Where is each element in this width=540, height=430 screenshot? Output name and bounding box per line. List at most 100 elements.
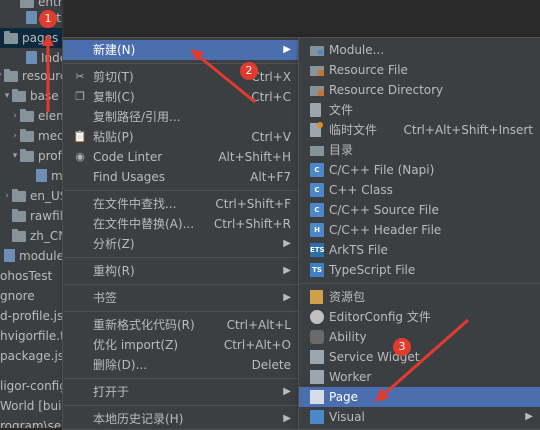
menu-item-label: 删除(D)...: [93, 358, 148, 372]
file-icon: [4, 249, 15, 262]
submenu-arrow-icon: ▶: [283, 238, 291, 249]
submenu-item[interactable]: ETS ArkTS File: [299, 240, 540, 260]
menu-item-shortcut: Ctrl+Shift+F: [215, 197, 291, 211]
submenu-item[interactable]: Module...: [299, 40, 540, 60]
context-menu-item[interactable]: 在文件中替换(A)... Ctrl+Shift+R: [63, 214, 299, 234]
submenu-item[interactable]: Ability: [299, 327, 540, 347]
context-menu-item[interactable]: 新建(N) ▶: [63, 40, 299, 60]
copy-icon: ❐: [75, 90, 85, 103]
menu-item-label: 分析(Z): [93, 237, 135, 251]
submenu-arrow-icon: ▶: [525, 411, 533, 422]
expand-arrow-icon[interactable]: ›: [10, 106, 20, 126]
resource-directory-icon: [310, 86, 324, 96]
menu-item-label: 在文件中查找...: [93, 197, 177, 211]
context-menu-item[interactable]: ❐ 复制(C) Ctrl+C: [63, 87, 299, 107]
submenu-item[interactable]: Service Widget: [299, 347, 540, 367]
menu-separator: [64, 284, 298, 285]
menu-separator: [64, 257, 298, 258]
tree-item-label: prof: [38, 149, 62, 163]
menu-item-label: Code Linter: [93, 150, 163, 164]
tree-row[interactable]: pages: [0, 28, 62, 48]
menu-item-shortcut: Ctrl+Shift+R: [213, 217, 291, 231]
submenu-item[interactable]: 临时文件 Ctrl+Alt+Shift+Insert: [299, 120, 540, 140]
expand-arrow-icon[interactable]: ▾: [2, 86, 12, 106]
menu-item-label: Find Usages: [93, 170, 166, 184]
menu-item-label: 在文件中替换(A)...: [93, 217, 195, 231]
submenu-item[interactable]: 文件: [299, 100, 540, 120]
context-menu-item[interactable]: 重构(R) ▶: [63, 261, 299, 281]
cpp-napi-icon: C: [310, 163, 324, 177]
submenu-item[interactable]: Resource Directory: [299, 80, 540, 100]
context-menu-item[interactable]: 删除(D)... Delete: [63, 355, 299, 375]
submenu-item[interactable]: H C/C++ Header File: [299, 220, 540, 240]
context-menu-item[interactable]: 优化 import(Z) Ctrl+Alt+O: [63, 335, 299, 355]
menu-item-label: Visual: [329, 410, 365, 424]
typescript-icon: TS: [310, 263, 324, 277]
folder-icon: [12, 209, 26, 222]
submenu-item[interactable]: Page: [299, 387, 540, 407]
file-icon: [310, 103, 321, 117]
tree-item-label: World [build]: [0, 399, 62, 413]
scratch-file-icon: [310, 122, 323, 137]
cpp-class-icon: C: [310, 183, 324, 197]
resource-bundle-icon: [310, 290, 323, 304]
submenu-item[interactable]: TS TypeScript File: [299, 260, 540, 280]
menu-item-label: 重构(R): [93, 264, 135, 278]
menu-item-label: 粘贴(P): [93, 130, 134, 144]
tree-item-label: elem: [38, 109, 62, 123]
submenu-item[interactable]: EditorConfig 文件: [299, 307, 540, 327]
submenu-item[interactable]: C C/C++ Source File: [299, 200, 540, 220]
context-menu-item[interactable]: 复制路径/引用...: [63, 107, 299, 127]
context-menu-item[interactable]: 📋 粘贴(P) Ctrl+V: [63, 127, 299, 147]
menu-item-shortcut: Alt+Shift+H: [218, 150, 291, 164]
step-badge-1: 1: [39, 10, 57, 28]
menu-item-shortcut: Alt+F7: [250, 170, 291, 184]
context-menu-item[interactable]: Find Usages Alt+F7: [63, 167, 299, 187]
submenu-item[interactable]: 资源包: [299, 287, 540, 307]
menu-item-shortcut: Ctrl+Alt+O: [223, 338, 291, 352]
tree-item-label: ligor-config.json5: [0, 379, 62, 393]
submenu-arrow-icon: ▶: [283, 292, 291, 303]
menu-item-label: 复制路径/引用...: [93, 110, 181, 124]
folder-icon: [4, 69, 18, 82]
tree-item-label: package.json5: [0, 349, 62, 363]
context-menu-item[interactable]: 本地历史记录(H) ▶: [63, 409, 299, 429]
context-menu-item[interactable]: 打开于 ▶: [63, 382, 299, 402]
context-menu-item[interactable]: ◉ Code Linter Alt+Shift+H: [63, 147, 299, 167]
submenu-item[interactable]: C C/C++ File (Napi): [299, 160, 540, 180]
menu-item-shortcut: Ctrl+Alt+Shift+Insert: [403, 123, 533, 137]
tree-item-label: hvigorfile.ts: [0, 329, 62, 343]
submenu-item[interactable]: Worker: [299, 367, 540, 387]
visual-icon: [310, 410, 324, 424]
folder-icon: [12, 229, 26, 242]
tree-item-label: base: [30, 89, 59, 103]
expand-arrow-icon[interactable]: ›: [10, 126, 20, 146]
submenu-item[interactable]: Visual ▶: [299, 407, 540, 427]
menu-item-label: C++ Class: [329, 183, 393, 197]
context-menu-item[interactable]: 重新格式化代码(R) Ctrl+Alt+L: [63, 315, 299, 335]
step-badge-2: 2: [240, 62, 258, 80]
expand-arrow-icon[interactable]: ▾: [10, 146, 20, 166]
menu-item-shortcut: Ctrl+C: [251, 90, 291, 104]
file-icon: [26, 51, 37, 64]
menu-separator: [64, 378, 298, 379]
menu-item-label: Resource Directory: [329, 83, 444, 97]
cpp-source-icon: C: [310, 203, 324, 217]
submenu-item[interactable]: 目录: [299, 140, 540, 160]
menu-item-label: 复制(C): [93, 90, 135, 104]
submenu-item[interactable]: Resource File: [299, 60, 540, 80]
tree-item-label: rogram\se: [0, 419, 62, 428]
tree-item-label: d-profile.json5: [0, 309, 62, 323]
context-menu-item[interactable]: 在文件中查找... Ctrl+Shift+F: [63, 194, 299, 214]
menu-item-label: Worker: [329, 370, 372, 384]
context-menu-item[interactable]: 分析(Z) ▶: [63, 234, 299, 254]
expand-arrow-icon[interactable]: ›: [2, 186, 12, 206]
submenu-item[interactable]: C C++ Class: [299, 180, 540, 200]
menu-item-label: C/C++ Source File: [329, 203, 439, 217]
folder-icon: [12, 189, 26, 202]
menu-item-label: 本地历史记录(H): [93, 412, 184, 426]
tree-item-label: resources: [22, 69, 62, 83]
linter-icon: ◉: [75, 150, 85, 163]
context-menu-item[interactable]: 书签 ▶: [63, 288, 299, 308]
context-menu-item[interactable]: ✂ 剪切(T) Ctrl+X: [63, 67, 299, 87]
